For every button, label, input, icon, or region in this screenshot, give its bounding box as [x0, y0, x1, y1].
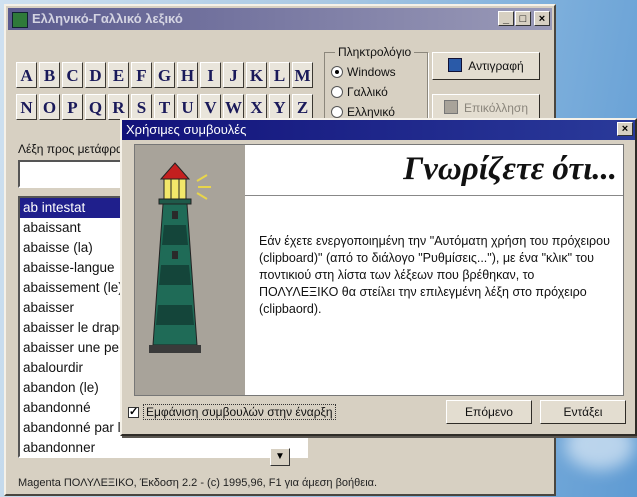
letter-button-g[interactable]: G — [154, 62, 175, 88]
tips-panel: Γνωρίζετε ότι... Εάν έχετε ενεργοποιημέν… — [134, 144, 624, 396]
app-icon — [12, 12, 28, 28]
radio-icon[interactable] — [331, 106, 343, 118]
scroll-down-icon[interactable]: ▼ — [270, 448, 290, 466]
letter-button-p[interactable]: P — [62, 94, 83, 120]
keyboard-group: Πληκτρολόγιο Windows Γαλλικό Ελληνικό — [324, 45, 428, 122]
tips-dialog: Χρήσιμες συμβουλές × Γνωρίζετε ότι... Εά… — [120, 118, 637, 436]
paste-icon — [443, 100, 458, 114]
letter-button-m[interactable]: M — [292, 62, 313, 88]
letter-button-s[interactable]: S — [131, 94, 152, 120]
letter-button-e[interactable]: E — [108, 62, 129, 88]
letter-button-j[interactable]: J — [223, 62, 244, 88]
lighthouse-icon — [135, 145, 245, 395]
letter-button-z[interactable]: Z — [292, 94, 313, 120]
keyboard-option-french[interactable]: Γαλλικό — [331, 85, 388, 99]
window-titlebar[interactable]: Ελληνικό-Γαλλικό λεξικό _ □ × — [8, 8, 552, 30]
checkbox-icon[interactable] — [128, 405, 139, 418]
letter-button-k[interactable]: K — [246, 62, 267, 88]
letter-button-c[interactable]: C — [62, 62, 83, 88]
letter-button-q[interactable]: Q — [85, 94, 106, 120]
keyboard-label: Πληκτρολόγιο — [335, 45, 415, 59]
letter-button-u[interactable]: U — [177, 94, 198, 120]
tips-heading: Γνωρίζετε ότι... — [403, 151, 617, 187]
next-tip-button[interactable]: Επόμενο — [446, 400, 532, 424]
letter-button-r[interactable]: R — [108, 94, 129, 120]
letter-button-h[interactable]: H — [177, 62, 198, 88]
copy-icon — [448, 58, 463, 72]
letter-button-w[interactable]: W — [223, 94, 244, 120]
close-icon[interactable]: × — [617, 122, 633, 136]
word-input[interactable] — [18, 160, 128, 188]
tips-heading-area: Γνωρίζετε ότι... — [245, 145, 623, 196]
status-bar: Magenta ΠΟΛΥΛΕΞΙΚΟ, Έκδοση 2.2 - (c) 199… — [18, 477, 378, 489]
letter-button-t[interactable]: T — [154, 94, 175, 120]
tips-title: Χρήσιμες συμβουλές — [126, 122, 247, 137]
letter-button-i[interactable]: I — [200, 62, 221, 88]
tips-titlebar[interactable]: Χρήσιμες συμβουλές × — [122, 120, 635, 140]
radio-icon[interactable] — [331, 66, 343, 78]
tips-text: Εάν έχετε ενεργοποιημένη την "Αυτόματη χ… — [259, 234, 610, 316]
window-title: Ελληνικό-Γαλλικό λεξικό — [32, 11, 183, 26]
show-tips-label: Εμφάνιση συμβουλών στην έναρξη — [143, 404, 336, 420]
list-item[interactable]: abandonner — [20, 438, 306, 456]
copy-button[interactable]: Αντιγραφή — [432, 52, 540, 80]
letter-button-l[interactable]: L — [269, 62, 290, 88]
letter-button-x[interactable]: X — [246, 94, 267, 120]
letter-button-o[interactable]: O — [39, 94, 60, 120]
letter-button-b[interactable]: B — [39, 62, 60, 88]
radio-icon[interactable] — [331, 86, 343, 98]
maximize-icon[interactable]: □ — [515, 11, 531, 26]
letter-button-f[interactable]: F — [131, 62, 152, 88]
minimize-icon[interactable]: _ — [498, 11, 514, 26]
ok-button[interactable]: Εντάξει — [540, 400, 626, 424]
letter-button-n[interactable]: N — [16, 94, 37, 120]
letter-button-v[interactable]: V — [200, 94, 221, 120]
letter-button-d[interactable]: D — [85, 62, 106, 88]
keyboard-option-windows[interactable]: Windows — [331, 65, 396, 79]
tips-sidebar — [135, 145, 245, 395]
show-tips-checkbox[interactable]: Εμφάνιση συμβουλών στην έναρξη — [128, 404, 336, 420]
letter-button-a[interactable]: A — [16, 62, 37, 88]
close-icon[interactable]: × — [534, 11, 550, 26]
letter-button-y[interactable]: Y — [269, 94, 290, 120]
keyboard-option-greek[interactable]: Ελληνικό — [331, 105, 395, 119]
